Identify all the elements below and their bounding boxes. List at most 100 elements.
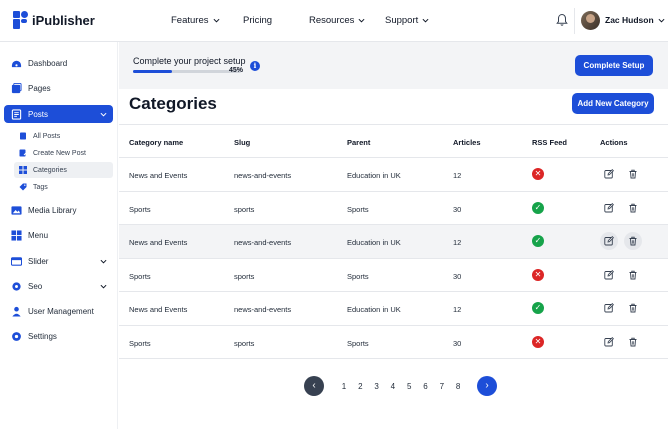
sidebar-subitem-tags[interactable]: Tags	[14, 179, 113, 195]
rss-enabled-icon[interactable]: ✓	[532, 201, 544, 214]
cell-articles: 30	[453, 204, 462, 214]
cell-parent: Sports	[347, 204, 369, 214]
pagination-page-5[interactable]: 5	[404, 382, 414, 391]
sidebar-item-label: Media Library	[28, 205, 77, 215]
sidebar-item-slider[interactable]: Slider	[4, 252, 113, 270]
sidebar-item-label: Posts	[28, 109, 49, 119]
table-row[interactable]: News and Events news-and-events Education …	[119, 225, 668, 259]
cell-category-name: Sports	[129, 271, 151, 281]
nav-divider	[574, 8, 575, 34]
notification-bell-icon[interactable]	[556, 13, 568, 27]
cell-slug: news-and-events	[234, 171, 292, 180]
sidebar-item-label: Settings	[28, 331, 57, 341]
logo[interactable]: iPublisher	[12, 10, 95, 30]
rss-enabled-icon[interactable]: ✓	[532, 235, 544, 247]
pagination-prev-button[interactable]: ‹	[304, 376, 324, 396]
user-menu[interactable]: Zac Hudson	[605, 15, 665, 25]
sidebar-item-dashboard[interactable]: Dashboard	[4, 54, 113, 72]
slider-icon	[11, 256, 22, 266]
sidebar-subitem-categories[interactable]: Categories	[14, 162, 113, 178]
table-row[interactable]: Sports sports Sports 30 ✓	[119, 192, 668, 225]
rss-disabled-icon[interactable]: ✕	[532, 268, 544, 281]
delete-icon[interactable]	[624, 299, 642, 317]
chevron-down-icon	[213, 18, 219, 23]
nav-support-label: Support	[385, 15, 419, 26]
nav-pricing-label: Pricing	[243, 15, 273, 26]
table-row[interactable]: News and Events news-and-events Education …	[119, 292, 668, 326]
delete-icon[interactable]	[624, 232, 642, 250]
pagination-page-1[interactable]: 1	[339, 382, 349, 391]
app-name: iPublisher	[32, 12, 95, 28]
table-row[interactable]: News and Events news-and-events Education …	[119, 158, 668, 192]
edit-document-icon	[19, 149, 27, 157]
user-icon	[12, 306, 21, 317]
setup-title: Complete your project setup	[133, 56, 246, 66]
sidebar-item-pages[interactable]: Pages	[4, 79, 113, 97]
nav-support[interactable]: Support	[385, 15, 429, 26]
cell-parent: Education in UK	[347, 305, 401, 314]
sidebar-item-seo[interactable]: Seo	[4, 277, 113, 295]
cell-slug: news-and-events	[234, 305, 292, 314]
settings-icon	[12, 331, 21, 341]
edit-icon[interactable]	[600, 232, 618, 250]
nav-pricing[interactable]: Pricing	[243, 15, 272, 26]
sidebar-item-menu[interactable]: Menu	[4, 226, 113, 244]
logo-icon	[13, 11, 28, 29]
pagination-page-3[interactable]: 3	[372, 382, 382, 391]
cell-parent: Sports	[347, 271, 369, 281]
menu-grid-icon	[11, 229, 22, 241]
nav-features[interactable]: Features	[171, 15, 220, 26]
cell-category-name: Sports	[129, 204, 151, 214]
pagination-page-7[interactable]: 7	[437, 382, 447, 391]
pagination-page-4[interactable]: 4	[388, 382, 398, 391]
pagination-page-8[interactable]: 8	[453, 382, 463, 391]
pagination-next-button[interactable]: ›	[477, 376, 497, 396]
chevron-down-icon	[358, 18, 365, 23]
info-icon[interactable]: i	[250, 61, 260, 71]
delete-icon[interactable]	[624, 333, 642, 351]
edit-icon[interactable]	[600, 333, 618, 351]
pagination-page-2[interactable]: 2	[355, 382, 365, 391]
cell-category-name: News and Events	[129, 171, 188, 180]
categories-icon	[19, 166, 27, 174]
cell-category-name: News and Events	[129, 238, 188, 247]
edit-icon[interactable]	[600, 199, 618, 217]
delete-icon[interactable]	[624, 165, 642, 183]
avatar[interactable]	[581, 11, 600, 30]
edit-icon[interactable]	[600, 165, 618, 183]
setup-progress-bar	[133, 70, 241, 73]
rss-enabled-icon[interactable]: ✓	[532, 302, 544, 314]
complete-setup-button[interactable]: Complete Setup	[575, 55, 653, 76]
edit-icon[interactable]	[600, 266, 618, 284]
rss-disabled-icon[interactable]: ✕	[532, 335, 544, 348]
sidebar-item-label: User Management	[28, 306, 94, 316]
delete-icon[interactable]	[624, 266, 642, 284]
sidebar-item-media-library[interactable]: Media Library	[4, 201, 113, 219]
media-icon	[11, 205, 22, 215]
chevron-down-icon	[100, 259, 107, 264]
col-header-rss-feed: RSS Feed	[532, 138, 568, 147]
cell-slug: sports	[234, 204, 255, 214]
sidebar-subitem-label: All Posts	[33, 132, 61, 140]
cell-parent: Education in UK	[347, 171, 401, 180]
table-row[interactable]: Sports sports Sports 30 ✕	[119, 259, 668, 292]
table-row[interactable]: Sports sports Sports 30 ✕	[119, 326, 668, 359]
cell-parent: Education in UK	[347, 238, 401, 247]
tag-icon	[19, 183, 27, 191]
delete-icon[interactable]	[624, 199, 642, 217]
setup-progress-label: 45%	[229, 67, 244, 74]
edit-icon[interactable]	[600, 299, 618, 317]
sidebar-item-user-management[interactable]: User Management	[4, 302, 113, 320]
sidebar-subitem-all-posts[interactable]: All Posts	[14, 128, 113, 144]
pagination-page-6[interactable]: 6	[421, 382, 431, 391]
sidebar-item-posts[interactable]: Posts	[4, 105, 113, 123]
setup-banner: Complete your project setup 45% i Comple…	[119, 42, 668, 89]
sidebar-subitem-create-new-post[interactable]: Create New Post	[14, 145, 113, 161]
add-new-category-button[interactable]: Add New Category	[572, 93, 654, 114]
rss-disabled-icon[interactable]: ✕	[532, 168, 544, 180]
nav-resources[interactable]: Resources	[309, 15, 365, 26]
table-header: Category name Slug Parent Articles RSS F…	[119, 124, 668, 158]
cell-articles: 30	[453, 271, 462, 281]
cell-articles: 12	[453, 238, 462, 247]
sidebar-item-settings[interactable]: Settings	[4, 327, 113, 345]
